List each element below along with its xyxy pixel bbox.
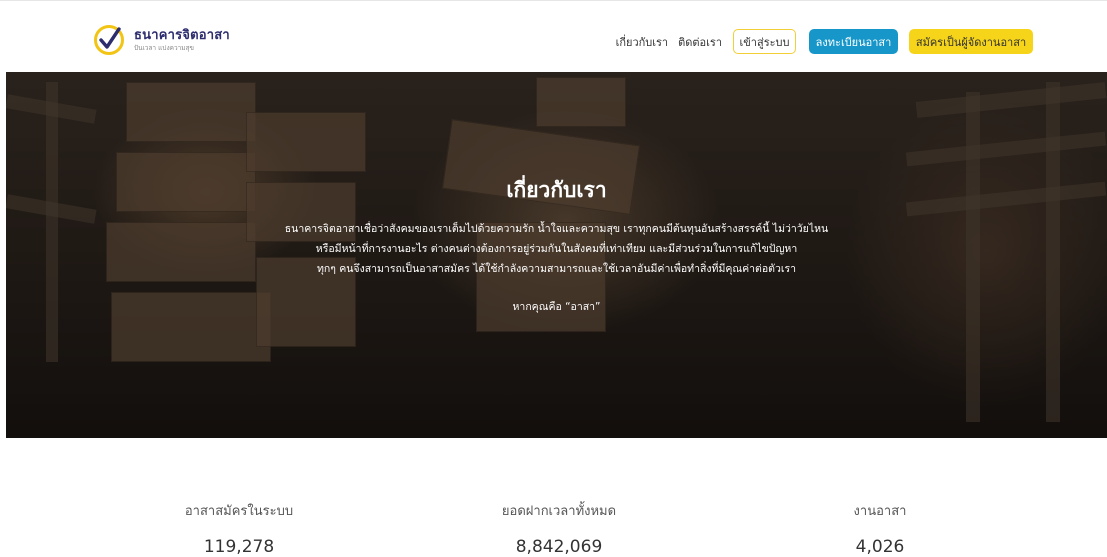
login-button[interactable]: เข้าสู่ระบบ [733,29,796,54]
stat-deposited-time: ยอดฝากเวลาทั้งหมด 8,842,069 [409,500,709,557]
checkmark-circle-icon [94,25,124,55]
hero-description-line: ธนาคารจิตอาสาเชื่อว่าสังคมของเราเต็มไปด้… [284,223,829,235]
logo-tagline: ปันเวลา แบ่งความสุข [134,43,194,52]
hero-description-line: ทุกๆ คนจึงสามารถเป็นอาสาสมัคร ได้ใช้กำลั… [316,263,797,275]
apply-organizer-button[interactable]: สมัครเป็นผู้จัดงานอาสา [909,29,1033,54]
logo-text: ธนาคารจิตอาสา ปันเวลา แบ่งความสุข [134,29,230,52]
hero-title: เกี่ยวกับเรา [506,178,607,202]
hero-description-line: หรือมีหน้าที่การงานอะไร ต่างคนต่างต้องกา… [315,243,798,255]
nav-link-contact[interactable]: ติดต่อเรา [678,33,722,51]
statistics-section: อาสาสมัครในระบบ 119,278 ยอดฝากเวลาทั้งหม… [0,500,1107,557]
stat-value: 119,278 [203,537,275,557]
stat-value: 8,842,069 [515,537,603,557]
stat-label: งานอาสา [853,504,907,519]
hero-description: ธนาคารจิตอาสาเชื่อว่าสังคมของเราเต็มไปด้… [6,219,1107,279]
top-navigation-bar: ธนาคารจิตอาสา ปันเวลา แบ่งความสุข เกี่ยว… [0,0,1107,72]
logo-name: ธนาคารจิตอาสา [134,27,230,43]
about-hero-banner: เกี่ยวกับเรา ธนาคารจิตอาสาเชื่อว่าสังคมข… [6,72,1107,438]
main-nav: เกี่ยวกับเรา ติดต่อเรา เข้าสู่ระบบ ลงทะเ… [616,29,1033,54]
site-logo[interactable]: ธนาคารจิตอาสา ปันเวลา แบ่งความสุข [92,23,230,57]
stat-label: ยอดฝากเวลาทั้งหมด [501,504,617,519]
stat-value: 4,026 [855,537,905,557]
stat-volunteer-jobs: งานอาสา 4,026 [730,500,1030,557]
register-volunteer-button[interactable]: ลงทะเบียนอาสา [809,29,898,54]
stat-label: อาสาสมัครในระบบ [184,504,294,519]
nav-link-about[interactable]: เกี่ยวกับเรา [616,33,669,51]
stat-volunteers: อาสาสมัครในระบบ 119,278 [89,500,389,557]
hero-tagline: หากคุณคือ “อาสา” [512,301,601,313]
